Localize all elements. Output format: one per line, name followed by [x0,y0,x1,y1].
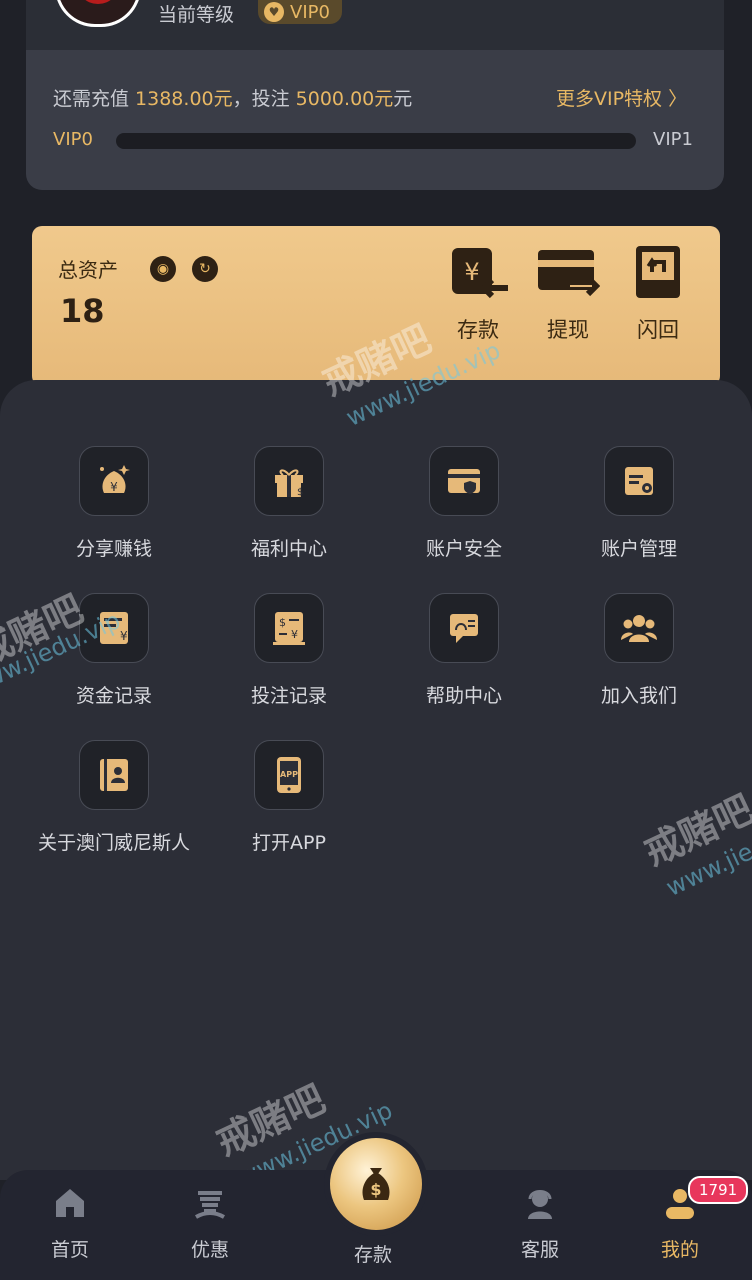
money-bag-share-icon: ¥ [79,446,149,516]
notification-badge: 1791 [688,1176,749,1204]
menu-label: 加入我们 [600,685,677,707]
menu-label: 帮助中心 [425,685,502,707]
card-shield-icon [429,446,499,516]
svg-text:$: $ [297,487,303,498]
vip-level-text: VIP0 [290,1,330,23]
app-phone-icon: APP [254,740,324,810]
menu-item-welfare[interactable]: $ 福利中心 [214,446,364,561]
nav-home[interactable]: 首页 [25,1183,115,1262]
menu-item-bet-record[interactable]: $ ¥ 投注记录 [214,593,364,708]
money-bag-icon: $ [362,1168,390,1200]
nav-promo-label: 优惠 [190,1239,229,1261]
deposit-icon: ¥ [452,248,508,299]
deposit-center-button[interactable]: $ [330,1138,422,1230]
menu-label: 分享赚钱 [75,538,152,560]
flashback-action[interactable]: 闪回 [618,244,698,344]
withdraw-label: 提现 [547,318,589,342]
menu-item-about[interactable]: 关于澳门威尼斯人 [38,740,191,855]
more-vip-link[interactable]: 更多VIP特权 〉 [556,84,687,111]
svg-text:$: $ [370,1180,381,1199]
vip-to-level: VIP1 [653,129,693,150]
bet-amount: 5000.00元 [295,88,394,110]
menu-label: 关于澳门威尼斯人 [38,832,191,854]
menu-label: 资金记录 [75,685,152,707]
withdraw-action[interactable]: 提现 [528,244,608,344]
flashback-icon [636,246,680,298]
menu-label: 投注记录 [250,685,327,707]
vip-progress-bar [116,133,636,149]
nav-service[interactable]: 客服 [495,1183,585,1262]
deposit-action[interactable]: ¥ 存款 [438,244,518,344]
bet-record-icon: $ ¥ [254,593,324,663]
withdraw-icon [538,250,600,297]
menu-item-open-app[interactable]: APP 打开APP [214,740,364,855]
vip-from-level: VIP0 [53,129,93,150]
menu-item-join-us[interactable]: 加入我们 [564,593,714,708]
gift-icon: $ [254,446,324,516]
svg-text:¥: ¥ [110,480,118,494]
menu-label: 账户管理 [600,538,677,560]
total-assets-value: 18 [60,292,105,330]
nav-deposit-label: 存款 [354,1244,393,1266]
total-assets-label: 总资产 [58,258,118,282]
group-icon [604,593,674,663]
refresh-icon[interactable]: ↻ [192,256,218,282]
nav-service-label: 客服 [520,1239,559,1261]
nav-mine-label: 我的 [660,1239,699,1261]
menu-item-account-security[interactable]: 账户安全 [389,446,539,561]
vip-level-badge: ♥ VIP0 [258,0,342,24]
help-chat-icon [429,593,499,663]
menu-item-account-manage[interactable]: 账户管理 [564,446,714,561]
menu-item-help-center[interactable]: 帮助中心 [389,593,539,708]
eye-icon[interactable]: ◉ [150,256,176,282]
card-gear-icon [604,446,674,516]
svg-text:APP: APP [280,770,298,779]
nav-home-label: 首页 [50,1239,89,1261]
menu-label: 福利中心 [250,538,327,560]
svg-text:¥: ¥ [464,258,479,286]
recharge-amount: 1388.00元 [135,88,233,110]
promo-icon [195,1191,225,1219]
menu-label: 账户安全 [425,538,502,560]
svg-text:$: $ [279,616,286,629]
menu-label: 打开APP [252,832,326,854]
menu-item-share-earn[interactable]: ¥ 分享赚钱 [39,446,189,561]
about-book-icon [79,740,149,810]
customer-service-icon [528,1190,552,1219]
level-label: 当前等级 [158,4,235,26]
heart-icon: ♥ [264,2,284,22]
vip-requirement-text: 还需充值 1388.00元，投注 5000.00元元 [53,88,413,110]
svg-text:¥: ¥ [291,628,298,641]
flashback-label: 闪回 [637,318,679,342]
nav-promo[interactable]: 优惠 [165,1183,255,1262]
home-icon [56,1189,84,1217]
